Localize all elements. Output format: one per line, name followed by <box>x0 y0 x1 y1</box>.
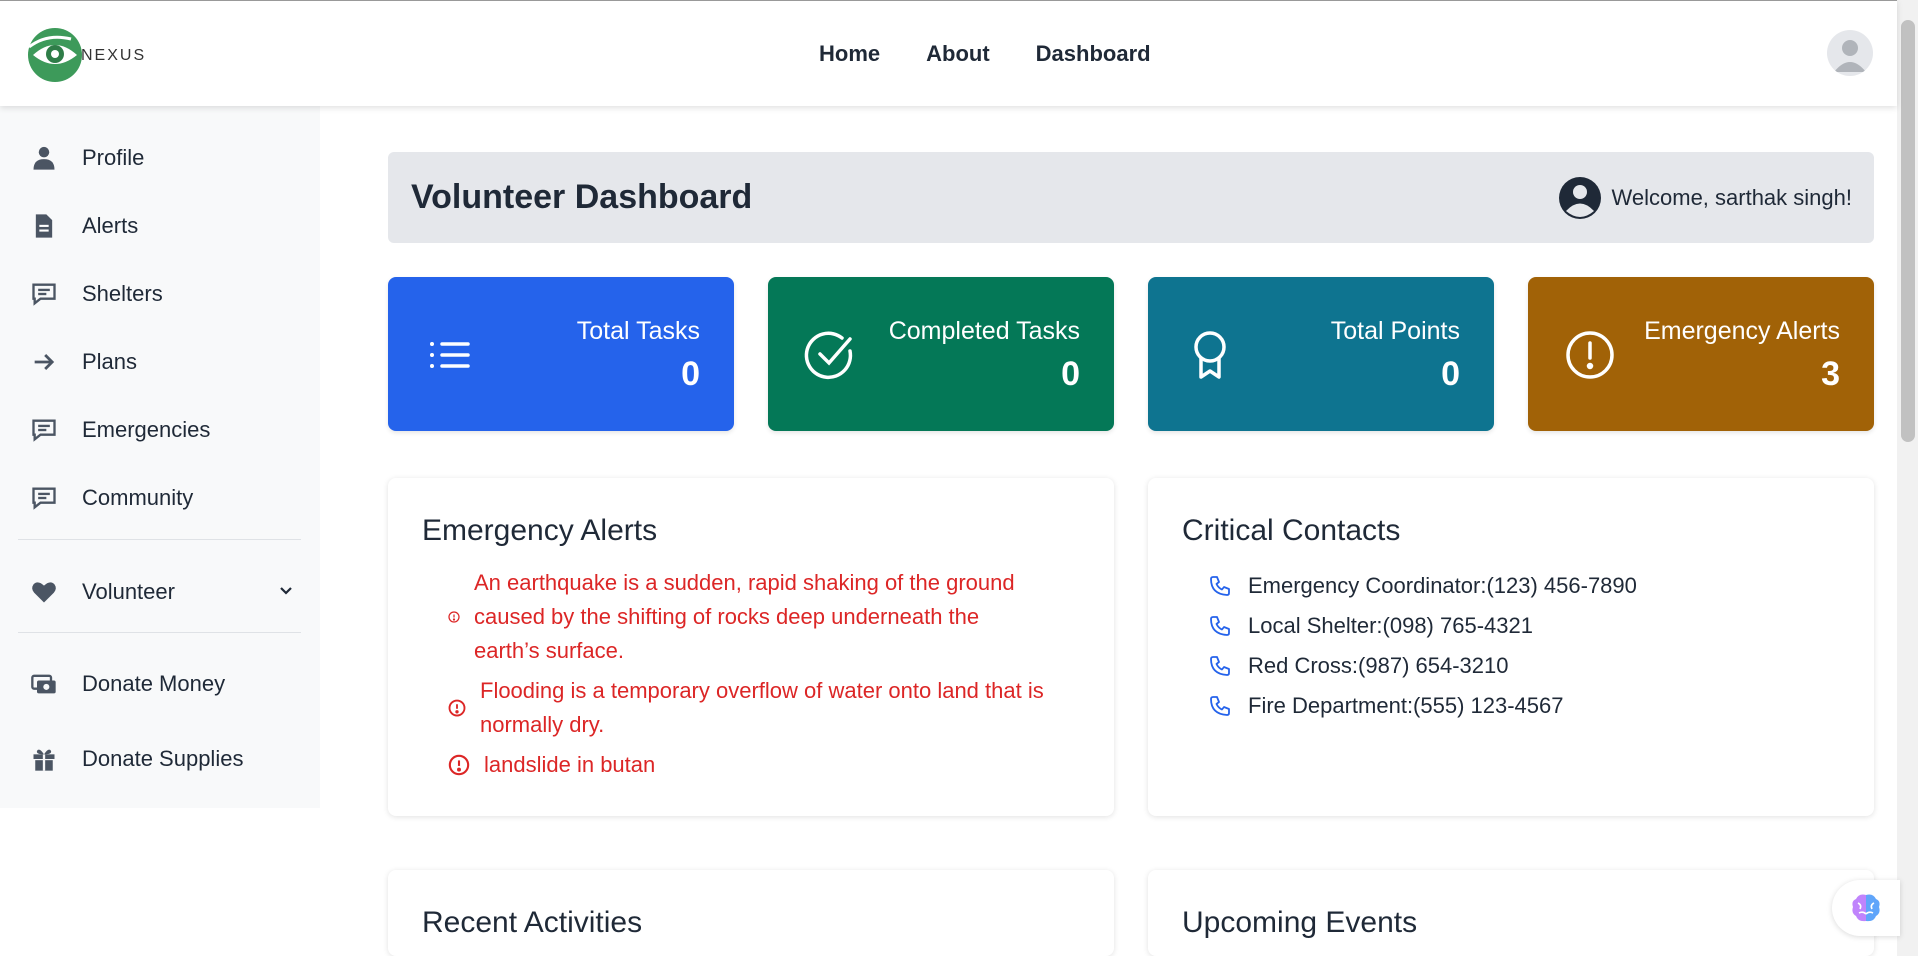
scrollbar-thumb[interactable] <box>1901 20 1915 442</box>
chevron-down-icon[interactable] <box>278 583 294 599</box>
sidebar-item-label: Shelters <box>82 281 163 306</box>
sidebar-divider <box>18 632 301 633</box>
sidebar-item-shelters[interactable]: Shelters <box>18 268 308 320</box>
alert-text: An earthquake is a sudden, rapid shaking… <box>474 570 1015 663</box>
sidebar-item-community[interactable]: Community <box>18 472 308 524</box>
sidebar-item-label: Alerts <box>82 213 139 238</box>
list-item[interactable]: Emergency Coordinator:(123) 456-7890 <box>1208 566 1637 606</box>
chat-icon <box>18 484 70 512</box>
stat-card-completed-tasks: Completed Tasks 0 <box>768 277 1114 431</box>
emergency-alerts-card: Emergency Alerts An earthquake is a sudd… <box>388 478 1114 816</box>
gift-icon <box>18 745 70 773</box>
page-title: Volunteer Dashboard <box>411 178 753 216</box>
alert-circle-icon <box>1566 331 1614 379</box>
heart-icon <box>18 578 70 606</box>
nav-home[interactable]: Home <box>819 41 880 67</box>
critical-contacts-card: Critical Contacts Emergency Coordinator:… <box>1148 478 1874 816</box>
chat-icon <box>18 416 70 444</box>
card-title: Emergency Alerts <box>422 514 658 547</box>
sidebar-item-volunteer[interactable]: Volunteer <box>18 566 308 618</box>
check-circle-icon <box>804 331 853 380</box>
contact-text: Fire Department:(555) 123-4567 <box>1248 693 1564 718</box>
phone-icon <box>1210 576 1230 596</box>
sidebar-item-donate-money[interactable]: Donate Money <box>18 658 308 710</box>
list-icon <box>430 342 470 368</box>
sidebar-item-emergencies[interactable]: Emergencies <box>18 404 308 456</box>
dashboard-header: Volunteer Dashboard Welcome, sarthak sin… <box>388 152 1874 243</box>
sidebar-item-donate-supplies[interactable]: Donate Supplies <box>18 733 308 785</box>
ai-assistant-button[interactable] <box>1832 880 1900 936</box>
sidebar-item-label: Donate Supplies <box>82 746 244 771</box>
avatar-icon <box>1834 40 1866 72</box>
contact-list: Emergency Coordinator:(123) 456-7890 Loc… <box>1208 566 1637 726</box>
stat-value: 0 <box>1441 355 1460 393</box>
brand-name: NEXUS <box>81 47 147 64</box>
user-icon <box>18 144 70 172</box>
list-item: An earthquake is a sudden, rapid shaking… <box>448 566 1048 668</box>
card-title: Upcoming Events <box>1182 906 1418 939</box>
stat-title: Completed Tasks <box>888 317 1080 345</box>
phone-icon <box>1210 616 1230 636</box>
sidebar-item-alerts[interactable]: Alerts <box>18 200 308 252</box>
arrow-right-icon <box>18 348 70 376</box>
money-icon <box>18 670 70 698</box>
sidebar-divider <box>18 539 301 540</box>
brain-icon <box>1852 894 1880 922</box>
alert-circle-icon <box>448 754 470 776</box>
sidebar-item-label: Community <box>82 485 194 510</box>
nav-dashboard[interactable]: Dashboard <box>1036 41 1151 67</box>
sidebar: Profile Alerts Shelters Plans Emergencie… <box>0 106 320 808</box>
list-item[interactable]: Fire Department:(555) 123-4567 <box>1208 686 1637 726</box>
card-title: Recent Activities <box>422 906 643 939</box>
stat-card-total-tasks: Total Tasks 0 <box>388 277 734 431</box>
list-item: Flooding is a temporary overflow of wate… <box>448 674 1048 742</box>
alert-text: Flooding is a temporary overflow of wate… <box>480 678 1044 737</box>
stat-card-total-points: Total Points 0 <box>1148 277 1494 431</box>
welcome-text: Welcome, sarthak singh! <box>1611 185 1852 210</box>
stat-value: 3 <box>1821 355 1840 393</box>
stat-value: 0 <box>681 355 700 393</box>
alert-list: An earthquake is a sudden, rapid shaking… <box>448 566 1048 788</box>
user-circle-icon <box>1558 177 1601 219</box>
nav-about[interactable]: About <box>926 41 990 67</box>
list-item[interactable]: Local Shelter:(098) 765-4321 <box>1208 606 1637 646</box>
sidebar-item-label: Plans <box>82 349 138 374</box>
document-icon <box>18 212 70 240</box>
sidebar-item-profile[interactable]: Profile <box>18 132 308 184</box>
recent-activities-card: Recent Activities <box>388 870 1114 956</box>
brand-logo[interactable]: NEXUS <box>27 27 146 83</box>
list-item[interactable]: Red Cross:(987) 654-3210 <box>1208 646 1637 686</box>
alert-circle-icon <box>448 611 460 623</box>
stat-title: Emergency Alerts <box>1644 317 1840 345</box>
chat-icon <box>18 280 70 308</box>
contact-text: Emergency Coordinator:(123) 456-7890 <box>1248 573 1637 598</box>
phone-icon <box>1210 656 1230 676</box>
sidebar-item-label: Donate Money <box>82 671 226 696</box>
sidebar-item-label: Emergencies <box>82 417 211 442</box>
sidebar-item-label: Volunteer <box>82 579 175 604</box>
user-avatar[interactable] <box>1827 30 1873 76</box>
sidebar-item-plans[interactable]: Plans <box>18 336 308 388</box>
sidebar-item-label: Profile <box>82 145 145 170</box>
main-nav: Home About Dashboard <box>819 41 1151 67</box>
list-item: landslide in butan <box>448 748 1048 782</box>
welcome-message: Welcome, sarthak singh! <box>1558 176 1852 220</box>
stat-title: Total Tasks <box>576 317 700 345</box>
upcoming-events-card: Upcoming Events <box>1148 870 1874 956</box>
eye-logo-icon <box>28 28 82 82</box>
contact-text: Red Cross:(987) 654-3210 <box>1248 653 1509 678</box>
top-navbar: NEXUS Home About Dashboard <box>0 0 1897 106</box>
alert-circle-icon <box>448 699 466 717</box>
phone-icon <box>1210 696 1230 716</box>
stat-title: Total Points <box>1330 317 1460 345</box>
stat-value: 0 <box>1061 355 1080 393</box>
alert-text: landslide in butan <box>484 752 656 777</box>
contact-text: Local Shelter:(098) 765-4321 <box>1248 613 1533 638</box>
card-title: Critical Contacts <box>1182 514 1401 547</box>
stat-card-emergency-alerts: Emergency Alerts 3 <box>1528 277 1874 431</box>
award-icon <box>1194 331 1226 379</box>
